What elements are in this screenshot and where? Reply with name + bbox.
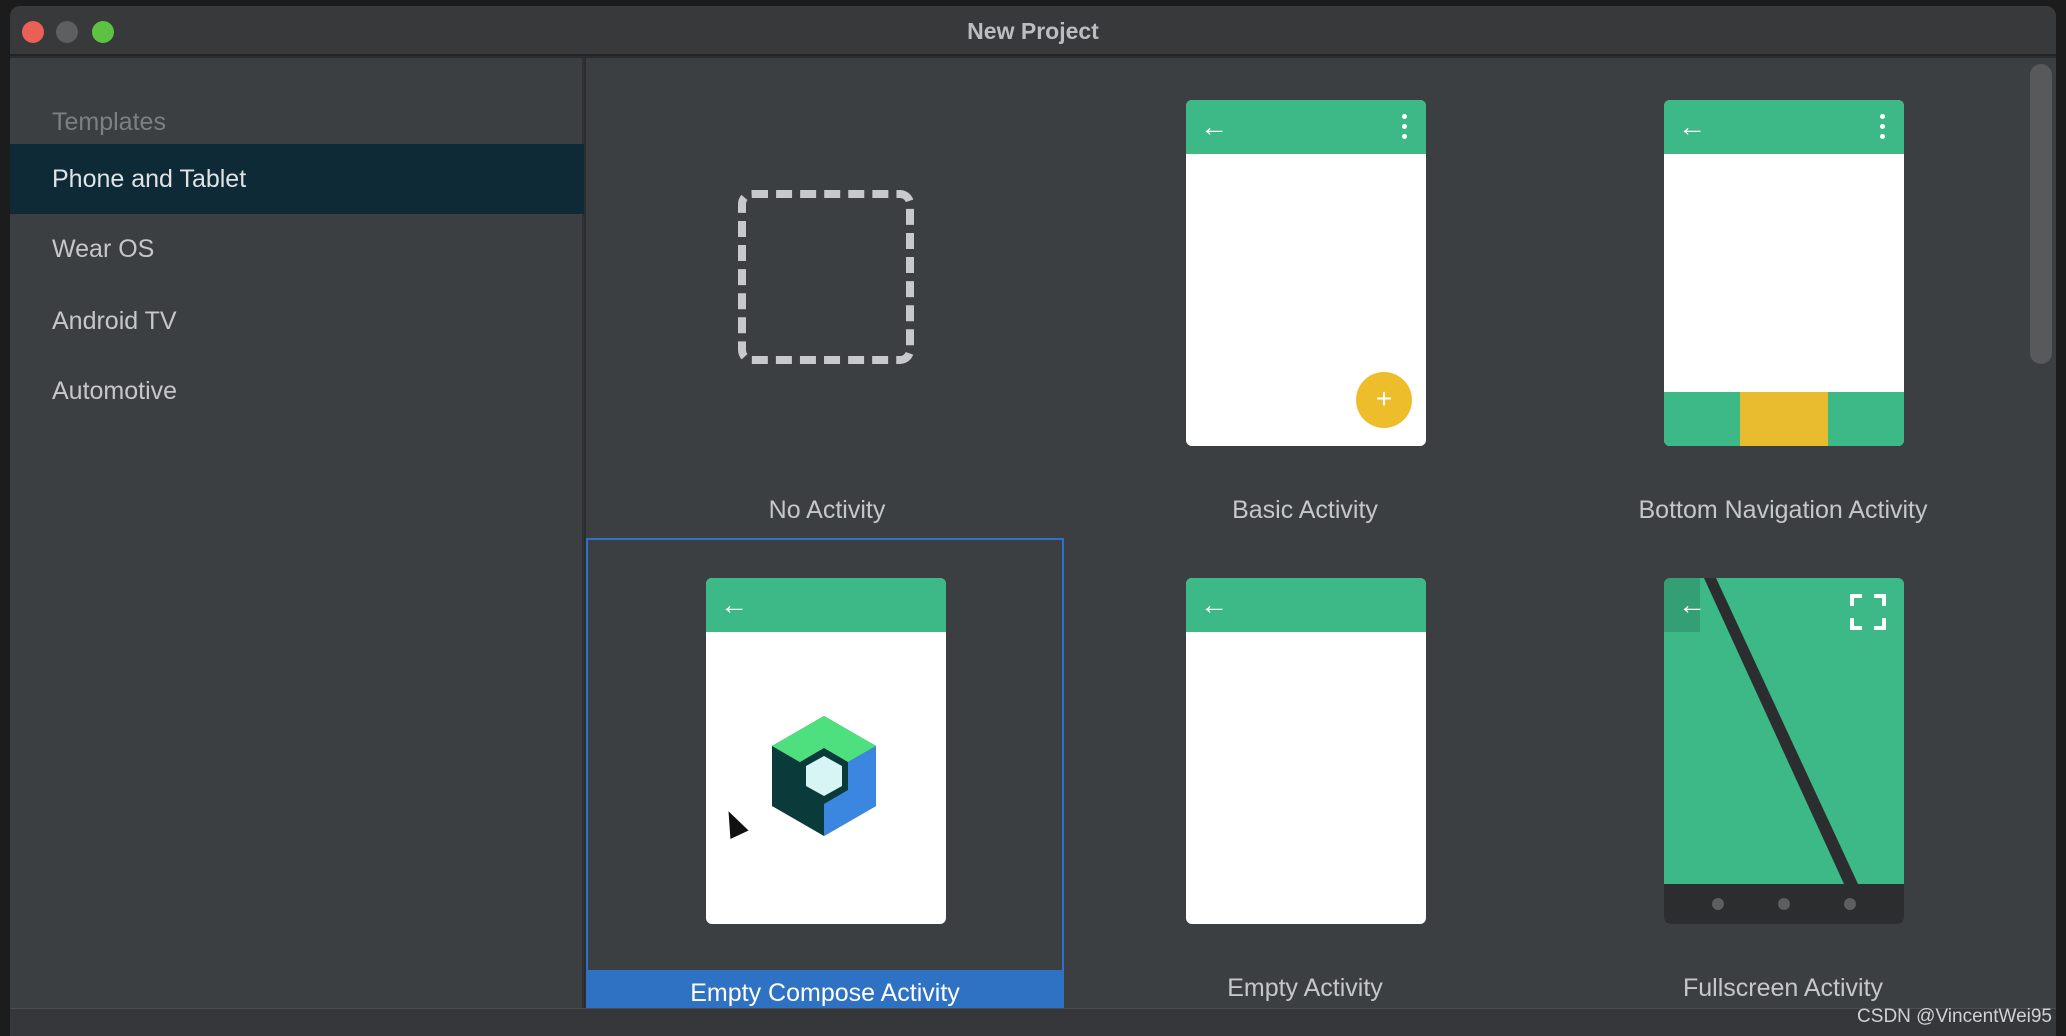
sidebar-item-phone-and-tablet[interactable]: Phone and Tablet [10,144,584,214]
phone-preview: ← [1186,578,1426,924]
jetpack-compose-logo-icon [772,716,876,836]
system-navigation-bar [1664,884,1904,924]
new-project-window: New Project Templates Phone and Tablet W… [10,6,2056,1036]
template-empty-compose-activity[interactable]: ← Empty Compose Activity [586,538,1064,1008]
app-bar: ← [1186,100,1426,154]
arrow-left-icon: ← [1678,589,1706,620]
arrow-left-icon: ← [720,589,748,620]
templates-sidebar: Templates Phone and Tablet Wear OS Andro… [10,58,584,1008]
window-title: New Project [967,18,1099,44]
app-bar: ← [1664,100,1904,154]
phone-preview: ← + [1186,100,1426,446]
template-label: Fullscreen Activity [1682,974,1884,1002]
dialog-footer [10,1008,2056,1036]
title-bar: New Project [10,6,2056,56]
plus-icon: + [1356,372,1412,428]
empty-placeholder-icon [738,190,914,364]
sidebar-item-android-tv[interactable]: Android TV [10,286,584,356]
template-no-activity[interactable]: No Activity [588,58,1066,536]
template-label: No Activity [768,496,886,524]
more-vert-icon [1880,114,1886,140]
bottom-navigation-bar [1664,392,1904,446]
template-label: Empty Compose Activity [586,970,1064,1008]
gallery-scrollbar[interactable] [2030,64,2052,364]
sidebar-heading: Templates [52,108,166,136]
arrow-left-icon: ← [1200,111,1228,142]
template-bottom-navigation-activity[interactable]: ← Bottom Navigation Activity [1544,58,2022,536]
app-bar: ← [1186,578,1426,632]
sidebar-item-automotive[interactable]: Automotive [10,356,584,426]
arrow-left-icon: ← [1200,589,1228,620]
more-vert-icon [1402,114,1408,140]
phone-preview: ← [706,578,946,924]
template-label: Basic Activity [1232,496,1378,524]
template-gallery: No Activity ← + Basic Activity ← Bottom … [586,58,2056,1008]
fullscreen-icon [1850,594,1886,630]
template-basic-activity[interactable]: ← + Basic Activity [1066,58,1544,536]
phone-preview: ← [1664,578,1904,924]
template-empty-activity[interactable]: ← Empty Activity [1066,538,1544,1008]
watermark: CSDN @VincentWei95 [1857,1006,2052,1027]
phone-preview: ← [1664,100,1904,446]
sidebar-item-wear-os[interactable]: Wear OS [10,214,584,284]
template-fullscreen-activity[interactable]: ← Fullscreen Activity [1544,538,2022,1008]
arrow-left-icon: ← [1678,111,1706,142]
template-label: Empty Activity [1227,974,1383,1002]
app-bar: ← [706,578,946,632]
template-label: Bottom Navigation Activity [1638,496,1928,524]
